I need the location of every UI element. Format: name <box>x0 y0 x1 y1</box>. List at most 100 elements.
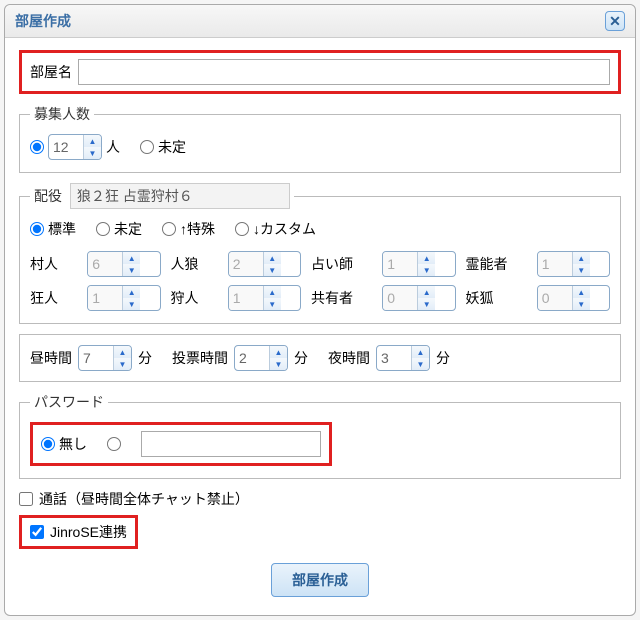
spinner-down-icon[interactable]: ▼ <box>412 358 429 370</box>
dialog-header: 部屋作成 ✕ <box>5 5 635 38</box>
villager-input[interactable] <box>88 252 122 276</box>
jinrose-label: JinroSE連携 <box>50 522 127 542</box>
roles-grid: 村人 ▲▼ 人狼 ▲▼ 占い師 ▲▼ 霊能者 ▲▼ <box>30 251 610 311</box>
hunter-label: 狩人 <box>171 288 218 308</box>
seer-spinner[interactable]: ▲▼ <box>382 251 455 277</box>
voice-row[interactable]: 通話（昼時間全体チャット禁止） <box>19 489 621 509</box>
spinner-down-icon[interactable]: ▼ <box>123 298 140 310</box>
night-time-input[interactable] <box>377 346 411 370</box>
room-name-row: 部屋名 <box>19 50 621 94</box>
recruit-undecided-radio[interactable] <box>140 140 154 154</box>
villager-label: 村人 <box>30 254 77 274</box>
spinner-down-icon[interactable]: ▼ <box>264 264 281 276</box>
roles-standard-option[interactable]: 標準 <box>30 219 76 239</box>
spinner-down-icon[interactable]: ▼ <box>418 298 435 310</box>
day-time-unit: 分 <box>138 348 152 368</box>
night-time-spinner[interactable]: ▲▼ <box>376 345 430 371</box>
day-time-label: 昼時間 <box>30 348 72 368</box>
mason-input[interactable] <box>383 286 417 310</box>
recruit-legend: 募集人数 <box>30 104 94 124</box>
password-legend: パスワード <box>30 392 108 412</box>
recruit-count-input[interactable] <box>49 135 83 159</box>
recruit-undecided-label: 未定 <box>158 137 186 157</box>
password-none-option[interactable]: 無し <box>41 434 87 454</box>
spinner-down-icon[interactable]: ▼ <box>114 358 131 370</box>
spinner-down-icon[interactable]: ▼ <box>270 358 287 370</box>
madman-input[interactable] <box>88 286 122 310</box>
hunter-spinner[interactable]: ▲▼ <box>228 285 301 311</box>
roles-summary: 狼２狂 占霊狩村６ <box>70 183 290 209</box>
recruit-fieldset: 募集人数 ▲ ▼ 人 未定 <box>19 104 621 173</box>
spinner-down-icon[interactable]: ▼ <box>573 264 590 276</box>
fox-spinner[interactable]: ▲▼ <box>537 285 610 311</box>
vote-time-spinner[interactable]: ▲▼ <box>234 345 288 371</box>
password-none-radio[interactable] <box>41 437 55 451</box>
close-button[interactable]: ✕ <box>605 11 625 31</box>
spinner-up-icon[interactable]: ▲ <box>123 286 140 298</box>
mason-label: 共有者 <box>311 288 372 308</box>
night-time-unit: 分 <box>436 348 450 368</box>
spinner-up-icon[interactable]: ▲ <box>573 252 590 264</box>
vote-time-input[interactable] <box>235 346 269 370</box>
spinner-down-icon[interactable]: ▼ <box>418 264 435 276</box>
fox-label: 妖狐 <box>466 288 527 308</box>
madman-label: 狂人 <box>30 288 77 308</box>
day-time-spinner[interactable]: ▲▼ <box>78 345 132 371</box>
spinner-down-icon[interactable]: ▼ <box>84 147 101 159</box>
spinner-up-icon[interactable]: ▲ <box>418 252 435 264</box>
spinner-up-icon[interactable]: ▲ <box>123 252 140 264</box>
spinner-up-icon[interactable]: ▲ <box>264 286 281 298</box>
spinner-up-icon[interactable]: ▲ <box>573 286 590 298</box>
spinner-down-icon[interactable]: ▼ <box>573 298 590 310</box>
voice-checkbox[interactable] <box>19 492 33 506</box>
medium-spinner[interactable]: ▲▼ <box>537 251 610 277</box>
werewolf-input[interactable] <box>229 252 263 276</box>
recruit-count-spinner[interactable]: ▲ ▼ <box>48 134 102 160</box>
password-input[interactable] <box>141 431 321 457</box>
vote-time-unit: 分 <box>294 348 308 368</box>
recruit-count-unit: 人 <box>106 137 120 157</box>
seer-input[interactable] <box>383 252 417 276</box>
spinner-up-icon[interactable]: ▲ <box>418 286 435 298</box>
jinrose-row[interactable]: JinroSE連携 <box>19 515 138 549</box>
spinner-down-icon[interactable]: ▼ <box>264 298 281 310</box>
villager-spinner[interactable]: ▲▼ <box>87 251 160 277</box>
roles-special-radio[interactable] <box>162 222 176 236</box>
time-box: 昼時間 ▲▼ 分 投票時間 ▲▼ 分 夜時間 ▲▼ <box>19 334 621 382</box>
recruit-count-radio[interactable] <box>30 140 44 154</box>
spinner-up-icon[interactable]: ▲ <box>264 252 281 264</box>
fox-input[interactable] <box>538 286 572 310</box>
medium-label: 霊能者 <box>466 254 527 274</box>
password-set-option[interactable] <box>107 437 121 451</box>
room-name-input[interactable] <box>78 59 610 85</box>
roles-custom-option[interactable]: ↓カスタム <box>235 219 316 239</box>
roles-special-option[interactable]: ↑特殊 <box>162 219 215 239</box>
madman-spinner[interactable]: ▲▼ <box>87 285 160 311</box>
room-create-dialog: 部屋作成 ✕ 部屋名 募集人数 ▲ ▼ <box>4 4 636 616</box>
password-set-radio[interactable] <box>107 437 121 451</box>
spinner-up-icon[interactable]: ▲ <box>114 346 131 358</box>
recruit-undecided-option[interactable]: 未定 <box>140 137 186 157</box>
medium-input[interactable] <box>538 252 572 276</box>
spinner-up-icon[interactable]: ▲ <box>412 346 429 358</box>
roles-custom-radio[interactable] <box>235 222 249 236</box>
roles-undecided-radio[interactable] <box>96 222 110 236</box>
werewolf-spinner[interactable]: ▲▼ <box>228 251 301 277</box>
dialog-body: 部屋名 募集人数 ▲ ▼ 人 <box>5 38 635 615</box>
voice-label: 通話（昼時間全体チャット禁止） <box>39 489 249 509</box>
mason-spinner[interactable]: ▲▼ <box>382 285 455 311</box>
roles-legend: 配役 狼２狂 占霊狩村６ <box>30 183 294 209</box>
password-inner: 無し <box>30 422 332 466</box>
day-time-input[interactable] <box>79 346 113 370</box>
recruit-count-option[interactable]: ▲ ▼ 人 <box>30 134 120 160</box>
spinner-up-icon[interactable]: ▲ <box>84 135 101 147</box>
spinner-up-icon[interactable]: ▲ <box>270 346 287 358</box>
spinner-down-icon[interactable]: ▼ <box>123 264 140 276</box>
jinrose-checkbox[interactable] <box>30 525 44 539</box>
room-name-label: 部屋名 <box>30 62 72 82</box>
hunter-input[interactable] <box>229 286 263 310</box>
vote-time-label: 投票時間 <box>172 348 228 368</box>
roles-standard-radio[interactable] <box>30 222 44 236</box>
roles-undecided-option[interactable]: 未定 <box>96 219 142 239</box>
werewolf-label: 人狼 <box>171 254 218 274</box>
